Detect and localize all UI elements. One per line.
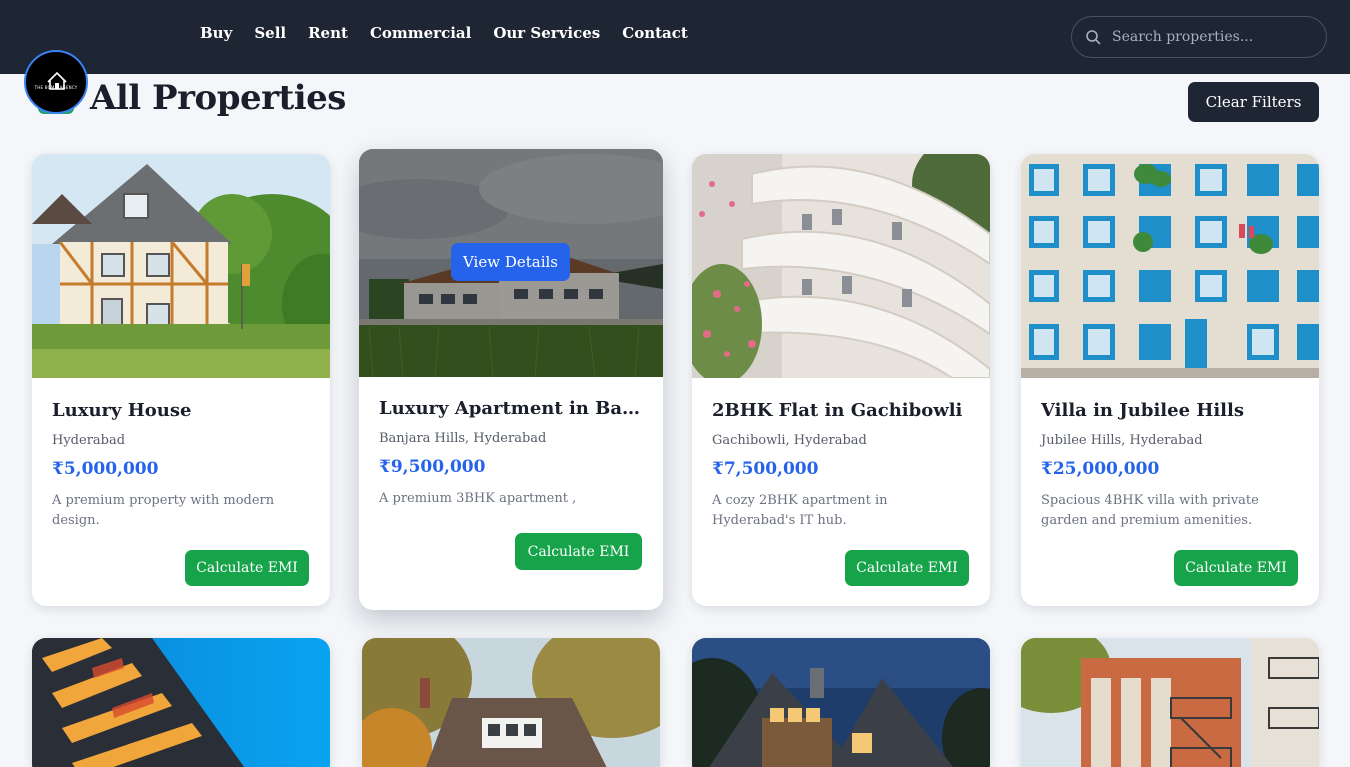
property-description: A premium 3BHK apartment ,	[379, 491, 577, 506]
property-description: A premium property with modern design.	[52, 493, 275, 528]
property-title[interactable]: Luxury House	[52, 400, 312, 421]
calculate-emi-button[interactable]: Calculate EMI	[185, 550, 309, 586]
nav-contact[interactable]: Contact	[622, 24, 688, 42]
property-title[interactable]: Villa in Jubilee Hills	[1041, 400, 1301, 421]
property-title[interactable]: Luxury Apartment in Banja...	[379, 398, 645, 419]
clear-filters-button[interactable]: Clear Filters	[1188, 82, 1319, 122]
property-price: ₹5,000,000	[52, 459, 159, 479]
property-image-flat[interactable]	[692, 154, 990, 378]
property-price: ₹7,500,000	[712, 459, 819, 479]
house-icon	[47, 71, 67, 90]
top-navbar: Buy Sell Rent Commercial Our Services Co…	[0, 0, 1350, 74]
property-card[interactable]: View Details Luxury Apartment in Banja..…	[359, 149, 663, 610]
property-location: Jubilee Hills, Hyderabad	[1041, 433, 1203, 448]
property-price: ₹25,000,000	[1041, 459, 1160, 479]
calculate-emi-button[interactable]: Calculate EMI	[515, 533, 642, 570]
property-image-apartment[interactable]: View Details	[359, 149, 663, 377]
property-card[interactable]	[32, 638, 330, 767]
property-location: Gachibowli, Hyderabad	[712, 433, 867, 448]
view-details-button[interactable]: View Details	[451, 243, 570, 281]
search-icon	[1086, 30, 1101, 45]
property-price: ₹9,500,000	[379, 457, 486, 477]
card-body: Luxury House Hyderabad ₹5,000,000 A prem…	[52, 400, 312, 531]
property-description: A cozy 2BHK apartment in Hyderabad's IT …	[712, 493, 888, 528]
nav-buy[interactable]: Buy	[200, 24, 232, 42]
card-body: Luxury Apartment in Banja... Banjara Hil…	[379, 398, 645, 529]
property-image-brick-building[interactable]	[1021, 638, 1319, 767]
nav-commercial[interactable]: Commercial	[370, 24, 471, 42]
search-box[interactable]	[1071, 16, 1327, 58]
search-input[interactable]	[1112, 25, 1317, 49]
site-logo[interactable]: THE BOMM AGENCY	[24, 50, 88, 114]
card-body: Villa in Jubilee Hills Jubilee Hills, Hy…	[1041, 400, 1301, 531]
card-body: 2BHK Flat in Gachibowli Gachibowli, Hyde…	[712, 400, 972, 531]
property-image-modern-house[interactable]	[692, 638, 990, 767]
property-card[interactable]	[362, 638, 660, 767]
nav-sell[interactable]: Sell	[254, 24, 286, 42]
property-card[interactable]	[692, 638, 990, 767]
property-image-house[interactable]	[32, 154, 330, 378]
page-title: All Properties	[90, 78, 346, 118]
property-card[interactable]: Villa in Jubilee Hills Jubilee Hills, Hy…	[1021, 154, 1319, 606]
nav-our-services[interactable]: Our Services	[493, 24, 600, 42]
calculate-emi-button[interactable]: Calculate EMI	[1174, 550, 1298, 586]
logo-text: THE BOMM AGENCY	[34, 85, 78, 90]
property-location: Hyderabad	[52, 433, 126, 448]
property-image-villa[interactable]	[1021, 154, 1319, 378]
property-image-highrise[interactable]	[32, 638, 330, 767]
property-card[interactable]	[1021, 638, 1319, 767]
property-card[interactable]: Luxury House Hyderabad ₹5,000,000 A prem…	[32, 154, 330, 606]
property-card[interactable]: 2BHK Flat in Gachibowli Gachibowli, Hyde…	[692, 154, 990, 606]
nav-links: Buy Sell Rent Commercial Our Services Co…	[200, 24, 710, 42]
property-location: Banjara Hills, Hyderabad	[379, 431, 547, 446]
property-title[interactable]: 2BHK Flat in Gachibowli	[712, 400, 972, 421]
property-description: Spacious 4BHK villa with private garden …	[1041, 493, 1259, 528]
calculate-emi-button[interactable]: Calculate EMI	[845, 550, 969, 586]
property-image-cottage[interactable]	[362, 638, 660, 767]
nav-rent[interactable]: Rent	[308, 24, 348, 42]
